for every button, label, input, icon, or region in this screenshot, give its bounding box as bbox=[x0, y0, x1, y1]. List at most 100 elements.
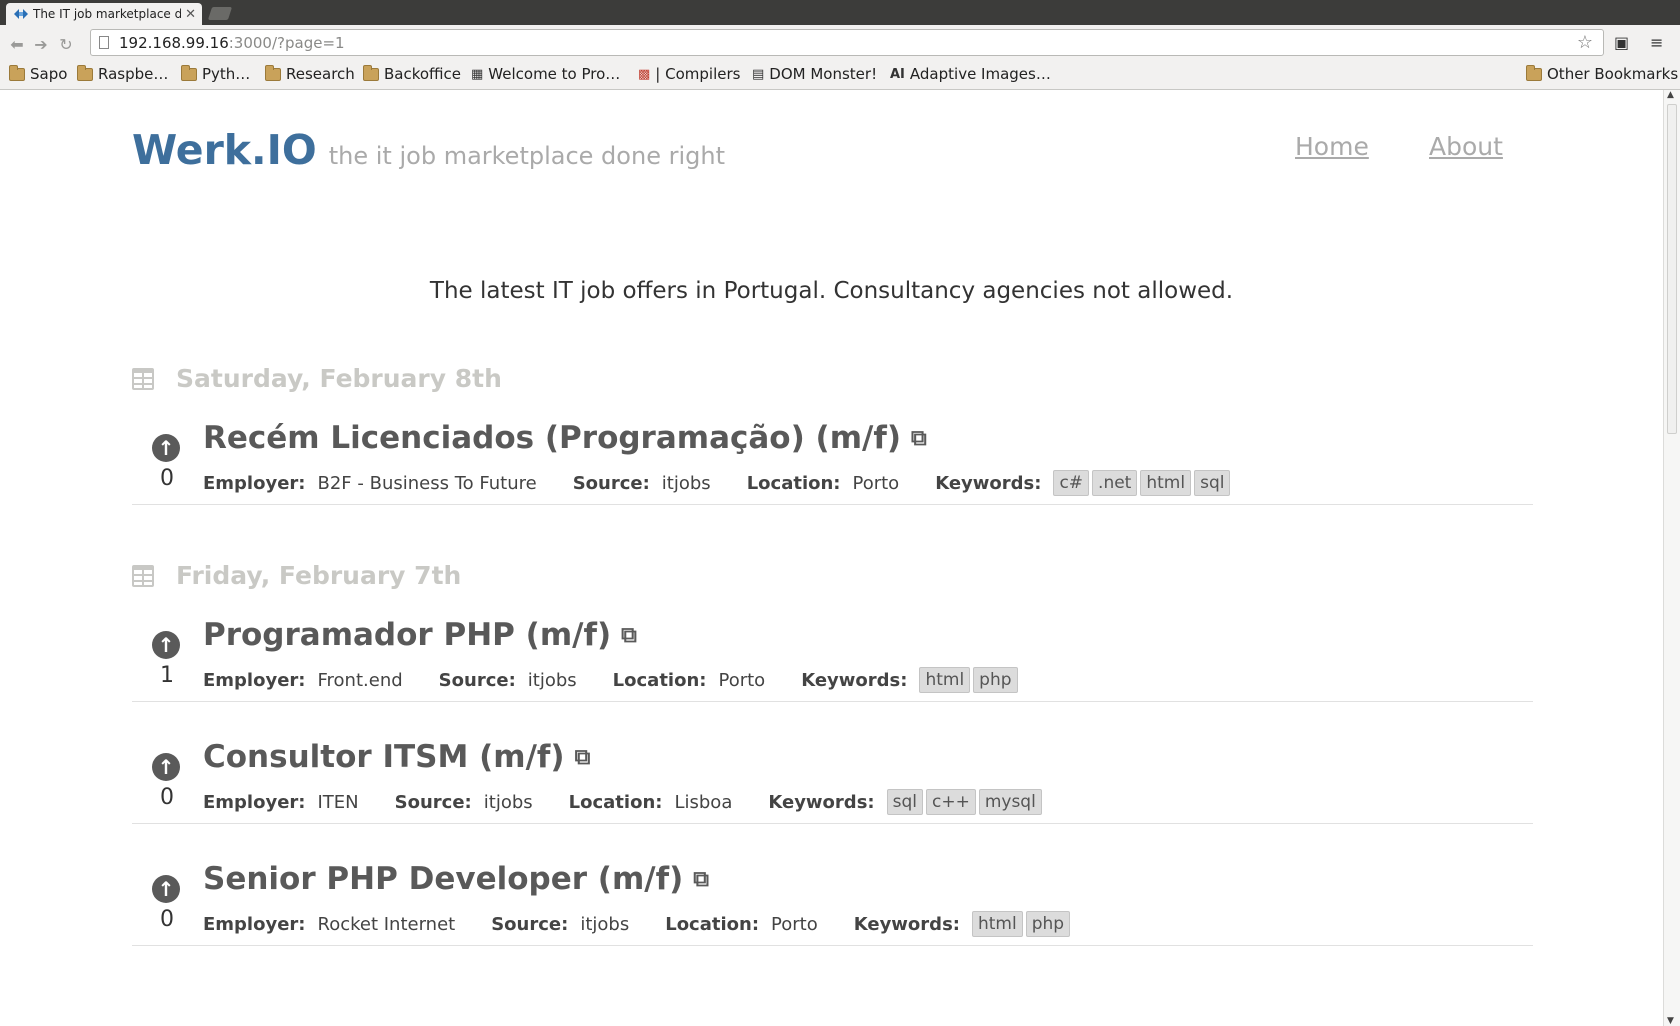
bookmark-star-icon[interactable]: ☆ bbox=[1577, 32, 1593, 53]
vote-count: 0 bbox=[160, 907, 174, 932]
upvote-icon[interactable]: ↑ bbox=[152, 753, 180, 781]
upvote-icon[interactable]: ↑ bbox=[152, 631, 180, 659]
job-meta: Employer: B2F - Business To Future Source… bbox=[203, 470, 1233, 496]
vote-widget: ↑ 0 bbox=[152, 875, 182, 932]
bookmark-label: Sapo bbox=[30, 65, 68, 83]
keyword-tag[interactable]: php bbox=[1025, 911, 1071, 937]
bookmark-folder[interactable]: Pyth… bbox=[181, 64, 250, 83]
browser-tab[interactable]: The IT job marketplace dc ✕ bbox=[6, 3, 202, 25]
keyword-tag[interactable]: c# bbox=[1053, 470, 1090, 496]
keyword-tag[interactable]: php bbox=[973, 667, 1018, 693]
vote-widget: ↑ 0 bbox=[152, 753, 182, 810]
location-label: Location: bbox=[568, 791, 663, 813]
bookmark-folder[interactable]: Backoffice bbox=[363, 64, 461, 83]
source-label: Source: bbox=[394, 791, 472, 813]
divider bbox=[132, 823, 1533, 824]
source-label: Source: bbox=[572, 472, 650, 494]
vertical-scrollbar[interactable]: ▲ ▼ bbox=[1663, 90, 1680, 1026]
bookmark-folder[interactable]: Sapo bbox=[9, 64, 68, 83]
compilers-favicon-icon: ▩ bbox=[638, 66, 651, 82]
bookmark-page[interactable]: ▤ DOM Monster! bbox=[752, 65, 877, 83]
source-value: itjobs bbox=[661, 472, 711, 494]
source-value: itjobs bbox=[580, 913, 630, 935]
day-header: Saturday, February 8th bbox=[132, 364, 502, 393]
location-label: Location: bbox=[746, 472, 841, 494]
job-title-link[interactable]: Recém Licenciados (Programação) (m/f) ⧉ bbox=[203, 420, 927, 456]
job-title-link[interactable]: Senior PHP Developer (m/f) ⧉ bbox=[203, 861, 709, 897]
divider bbox=[132, 701, 1533, 702]
nav-home-link[interactable]: Home bbox=[1295, 132, 1369, 161]
external-link-icon[interactable]: ⧉ bbox=[621, 623, 637, 648]
bookmark-page[interactable]: AI Adaptive Images… bbox=[890, 65, 1051, 83]
ai-favicon-icon: AI bbox=[890, 66, 905, 82]
job-meta: Employer: Rocket Internet Source: itjobs L… bbox=[203, 911, 1073, 937]
employer-value: Rocket Internet bbox=[317, 913, 456, 935]
site-header: Werk.IO the it job marketplace done righ… bbox=[132, 126, 725, 174]
keyword-tag[interactable]: sql bbox=[1194, 470, 1231, 496]
calendar-icon bbox=[132, 367, 154, 390]
source-label: Source: bbox=[491, 913, 569, 935]
folder-icon bbox=[265, 64, 281, 81]
other-bookmarks-folder[interactable]: Other Bookmarks bbox=[1526, 64, 1678, 83]
keyword-tag[interactable]: .net bbox=[1092, 470, 1138, 496]
job-title-link[interactable]: Consultor ITSM (m/f) ⧉ bbox=[203, 739, 590, 775]
bookmark-label: Welcome to Pro… bbox=[488, 65, 621, 83]
keywords-label: Keywords: bbox=[768, 791, 875, 813]
bookmark-page[interactable]: ▩ | Compilers bbox=[638, 65, 740, 83]
bookmark-page[interactable]: ▦ Welcome to Pro… bbox=[471, 65, 620, 83]
source-label: Source: bbox=[438, 669, 516, 691]
keyword-tag[interactable]: html bbox=[971, 911, 1023, 937]
bookmark-label: DOM Monster! bbox=[769, 65, 878, 83]
external-link-icon[interactable]: ⧉ bbox=[575, 745, 591, 770]
forward-icon[interactable]: ➔ bbox=[30, 33, 52, 55]
keyword-tag[interactable]: c++ bbox=[925, 789, 976, 815]
folder-icon bbox=[181, 64, 197, 81]
keyword-tag[interactable]: html bbox=[919, 667, 971, 693]
vote-count: 0 bbox=[160, 466, 174, 491]
folder-icon bbox=[1526, 64, 1542, 81]
day-label: Saturday, February 8th bbox=[176, 364, 502, 393]
vote-count: 1 bbox=[160, 663, 174, 688]
source-value: itjobs bbox=[527, 669, 577, 691]
site-brand[interactable]: Werk.IO bbox=[132, 126, 317, 174]
job-title: Consultor ITSM (m/f) bbox=[203, 739, 565, 775]
keyword-tag[interactable]: sql bbox=[886, 789, 923, 815]
bookmark-folder[interactable]: Raspbe… bbox=[77, 64, 168, 83]
divider bbox=[132, 504, 1533, 505]
tab-close-icon[interactable]: ✕ bbox=[185, 7, 196, 22]
location-value: Lisboa bbox=[674, 791, 733, 813]
location-label: Location: bbox=[612, 669, 707, 691]
keyword-tag[interactable]: mysql bbox=[978, 789, 1042, 815]
new-tab-button[interactable] bbox=[207, 7, 233, 20]
external-link-icon[interactable]: ⧉ bbox=[693, 867, 709, 892]
bookmark-folder[interactable]: Research bbox=[265, 64, 355, 83]
job-title: Programador PHP (m/f) bbox=[203, 617, 612, 653]
day-label: Friday, February 7th bbox=[176, 561, 462, 590]
nav-about-link[interactable]: About bbox=[1429, 132, 1503, 161]
external-link-icon[interactable]: ⧉ bbox=[911, 426, 927, 451]
url-path: :3000/?page=1 bbox=[228, 33, 345, 52]
scrollbar-thumb[interactable] bbox=[1667, 104, 1677, 434]
keyword-tag[interactable]: html bbox=[1140, 470, 1192, 496]
site-favicon-icon bbox=[14, 9, 28, 19]
folder-icon bbox=[77, 64, 93, 81]
folder-icon bbox=[363, 64, 379, 81]
job-title: Recém Licenciados (Programação) (m/f) bbox=[203, 420, 901, 456]
keywords-label: Keywords: bbox=[801, 669, 908, 691]
reload-icon[interactable]: ↻ bbox=[55, 33, 77, 55]
scroll-up-icon[interactable]: ▲ bbox=[1667, 90, 1674, 100]
upvote-icon[interactable]: ↑ bbox=[152, 434, 180, 462]
back-icon[interactable]: ⬅ bbox=[6, 33, 28, 55]
source-value: itjobs bbox=[483, 791, 533, 813]
browser-toolbar: ⬅ ➔ ↻ 192.168.99.16:3000/?page=1 ☆ ▣ ≡ bbox=[0, 25, 1680, 63]
browser-tabstrip: The IT job marketplace dc ✕ bbox=[0, 0, 1680, 25]
job-title-link[interactable]: Programador PHP (m/f) ⧉ bbox=[203, 617, 637, 653]
page-favicon-icon: ▦ bbox=[471, 66, 484, 82]
extension-camera-icon[interactable]: ▣ bbox=[1614, 33, 1629, 52]
url-host: 192.168.99.16 bbox=[119, 33, 229, 52]
address-bar[interactable]: 192.168.99.16:3000/?page=1 ☆ bbox=[90, 29, 1604, 56]
bookmark-label: Adaptive Images… bbox=[909, 65, 1051, 83]
scroll-down-icon[interactable]: ▼ bbox=[1667, 1016, 1674, 1026]
upvote-icon[interactable]: ↑ bbox=[152, 875, 180, 903]
menu-icon[interactable]: ≡ bbox=[1650, 33, 1663, 52]
